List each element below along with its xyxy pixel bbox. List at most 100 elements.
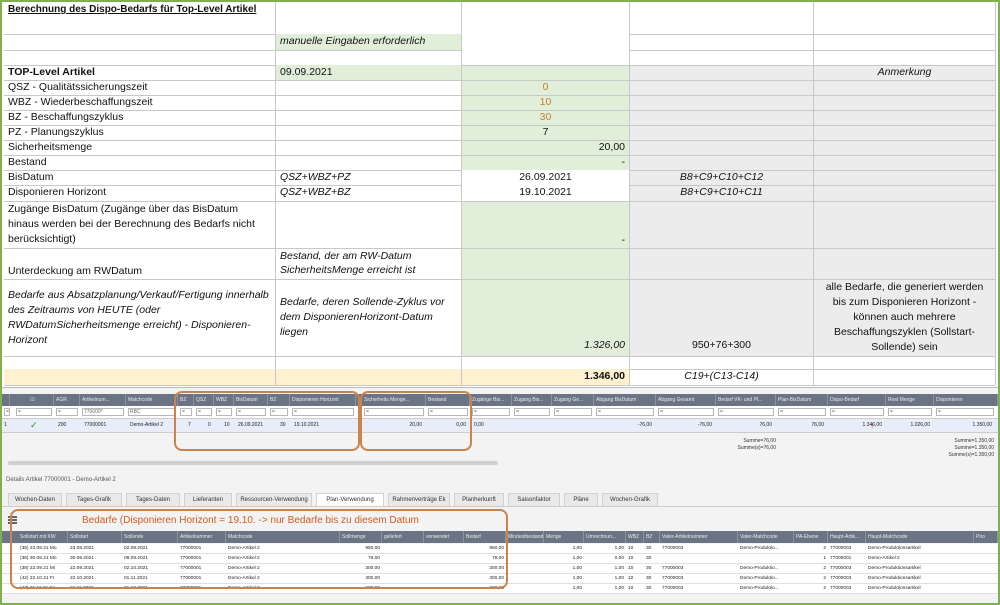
param-value[interactable]: 10 <box>462 95 630 110</box>
grid1-header-cell[interactable]: Disponieren <box>934 394 998 406</box>
tab-plaene[interactable]: Pläne <box>564 493 598 506</box>
tab-planherkunft[interactable]: Planherkunft <box>454 493 504 506</box>
bisdatum-value[interactable]: 26.09.2021 <box>462 170 630 185</box>
filter-input[interactable]: = <box>514 408 550 416</box>
grid2-header-cell[interactable]: Mindestbestand <box>506 531 544 543</box>
grid2-header-cell[interactable]: Menge <box>544 531 584 543</box>
grid1-header-cell[interactable]: Dispo-Bedarf <box>828 394 886 406</box>
grid1-header-cell[interactable]: Plan-BisDatum <box>776 394 828 406</box>
param-label[interactable]: Sicherheitsmenge <box>4 140 276 155</box>
remark-header[interactable]: Anmerkung <box>814 65 996 80</box>
cell[interactable] <box>814 170 996 185</box>
cell[interactable] <box>814 34 996 50</box>
filter-input[interactable]: RBC <box>128 408 176 416</box>
grid1-header-cell[interactable] <box>2 394 10 406</box>
cell[interactable] <box>276 140 462 155</box>
filter-input[interactable]: = <box>596 408 654 416</box>
cell[interactable] <box>630 356 814 369</box>
cell[interactable] <box>462 356 630 369</box>
manual-note[interactable]: manuelle Eingaben erforderlich <box>276 34 462 50</box>
filter-input[interactable]: = <box>56 408 78 416</box>
tab-rahmenvertraege[interactable]: Rahmenverträge Ek <box>388 493 450 506</box>
cell[interactable] <box>276 80 462 95</box>
filter-input[interactable]: = <box>830 408 884 416</box>
grid2-header-cell[interactable]: BZ <box>644 531 660 543</box>
grid1-header-cell[interactable]: Rest Menge <box>886 394 934 406</box>
filter-input[interactable]: = <box>4 408 10 416</box>
param-label[interactable]: BZ - Beschaffungszyklus <box>4 110 276 125</box>
cell[interactable] <box>814 95 996 110</box>
tab-lieferanten[interactable]: Lieferanten <box>184 493 232 506</box>
param-value[interactable]: 0 <box>462 80 630 95</box>
cell[interactable] <box>4 369 276 385</box>
horizontal-scrollbar[interactable] <box>8 461 498 465</box>
grid1-header-cell[interactable]: Artikelnum... <box>80 394 126 406</box>
cell[interactable] <box>276 50 462 65</box>
cell[interactable] <box>276 201 462 248</box>
cell[interactable] <box>814 248 996 279</box>
cell[interactable] <box>814 2 996 34</box>
unterdeckung-label-cell[interactable]: Unterdeckung am RWDatum <box>4 248 276 279</box>
filter-input[interactable]: = <box>554 408 592 416</box>
grid2-header-cell[interactable]: Vater-Matchcode <box>738 531 794 543</box>
cell[interactable] <box>814 80 996 95</box>
cell[interactable] <box>630 65 814 80</box>
grid1-header-cell[interactable]: Abgang BisDatum <box>594 394 656 406</box>
param-value[interactable]: - <box>462 155 630 170</box>
cell[interactable] <box>630 50 814 65</box>
cell[interactable] <box>630 140 814 155</box>
grid1-header-cell[interactable]: Zugänge Bis... <box>470 394 512 406</box>
zugaenge-label[interactable]: Zugänge BisDatum (Zugänge über das BisDa… <box>4 201 276 248</box>
cell[interactable] <box>814 140 996 155</box>
zugaenge-value-cell[interactable]: - <box>462 201 630 248</box>
cell[interactable] <box>276 125 462 140</box>
sheet-title[interactable]: Berechnung des Dispo-Bedarfs für Top-Lev… <box>4 2 276 34</box>
cell[interactable] <box>630 34 814 50</box>
cell[interactable] <box>276 2 462 34</box>
param-label[interactable]: PZ - Planungszyklus <box>4 125 276 140</box>
cell[interactable] <box>630 80 814 95</box>
filter-input[interactable]: = <box>718 408 774 416</box>
cell[interactable] <box>630 201 814 248</box>
tab-saisonfaktor[interactable]: Saisonfaktor <box>508 493 560 506</box>
cell[interactable] <box>630 125 814 140</box>
cell[interactable] <box>630 155 814 170</box>
tab-ressourcen-verwendung[interactable]: Ressourcen-Verwendung <box>236 493 312 506</box>
cell[interactable] <box>4 34 276 50</box>
bedarfe-label-cell[interactable]: Bedarfe aus Absatzplanung/Verkauf/Fertig… <box>4 279 276 356</box>
bedarfe-remark-cell[interactable]: alle Bedarfe, die generiert werden bis z… <box>814 279 996 356</box>
param-label[interactable]: QSZ - Qualitätssicherungszeit <box>4 80 276 95</box>
cell[interactable] <box>814 369 996 385</box>
filter-input[interactable]: = <box>16 408 52 416</box>
cell[interactable] <box>462 34 630 50</box>
grid1-header-cell[interactable]: Zugang Ge... <box>552 394 594 406</box>
bedarfe-excel-cell[interactable]: 950+76+300 <box>630 279 814 356</box>
horizont-value[interactable]: 19.10.2021 <box>462 185 630 201</box>
grid1-header-cell[interactable]: Abgang Gesamt <box>656 394 716 406</box>
cell[interactable] <box>814 185 996 201</box>
cell[interactable] <box>276 155 462 170</box>
cell[interactable] <box>814 125 996 140</box>
cell[interactable] <box>276 110 462 125</box>
grid2-header-cell[interactable]: WBZ <box>626 531 644 543</box>
tab-wochen-daten[interactable]: Wochen-Daten <box>8 493 62 506</box>
cell[interactable] <box>4 356 276 369</box>
cell[interactable] <box>276 95 462 110</box>
cell[interactable] <box>276 356 462 369</box>
grid2-header-cell[interactable]: Prio <box>974 531 998 543</box>
filter-input[interactable]: = <box>658 408 714 416</box>
total-excel[interactable]: C19+(C13-C14) <box>630 369 814 385</box>
cell[interactable] <box>814 356 996 369</box>
tab-tages-grafik[interactable]: Tages-Grafik <box>66 493 122 506</box>
param-value[interactable]: 7 <box>462 125 630 140</box>
filter-input[interactable]: = <box>472 408 510 416</box>
unterdeckung-desc[interactable]: Bestand, der am RW-Datum SicherheitsMeng… <box>276 248 462 279</box>
cell[interactable] <box>4 50 276 65</box>
top-level-label[interactable]: TOP-Level Artikel <box>4 65 276 80</box>
bisdatum-label[interactable]: BisDatum <box>4 170 276 185</box>
grid2-header-cell[interactable]: PA-Ebene <box>794 531 828 543</box>
horizont-formula[interactable]: QSZ+WBZ+BZ <box>276 185 462 201</box>
grid1-header-cell[interactable]: Zugang Bis... <box>512 394 552 406</box>
grid2-header-cell[interactable]: Vater-Artikelnummer <box>660 531 738 543</box>
filter-input[interactable]: = <box>888 408 932 416</box>
